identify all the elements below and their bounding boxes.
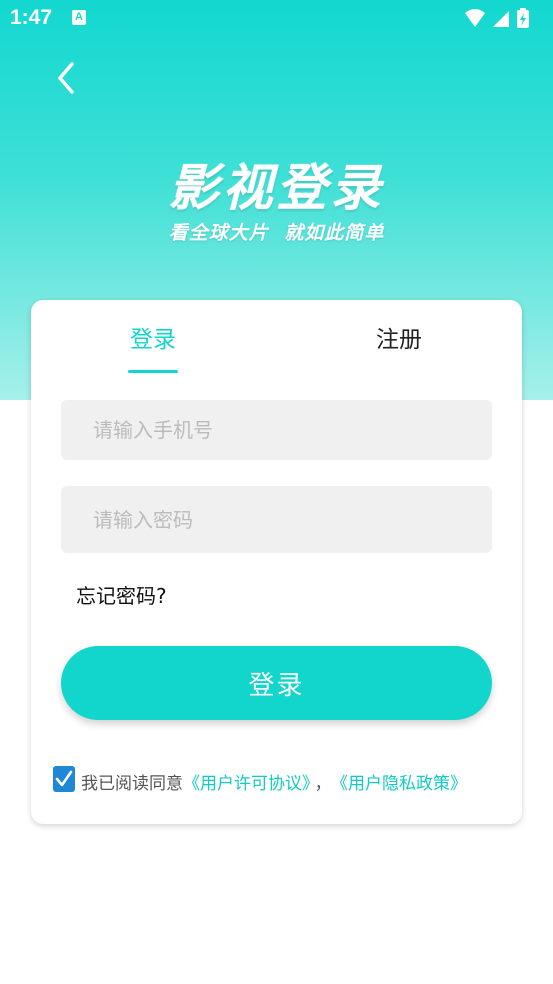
page-subtitle: 看全球大片 就如此简单	[168, 222, 385, 244]
privacy-policy-link[interactable]: 《用户隐私政策》	[340, 774, 468, 794]
checkmark-icon	[55, 770, 73, 787]
agreement-text: 我已阅读同意《用户许可协议》， 《用户隐私政策》	[81, 769, 467, 794]
login-button[interactable]: 登录	[61, 646, 492, 720]
login-card: 登录 注册 忘记密码? 登录 我已阅读同意《用户许可协议》，《用户隐私政策》	[31, 300, 522, 824]
status-bar: 1:47 A	[0, 0, 553, 38]
forgot-password-link[interactable]: 忘记密码?	[76, 580, 167, 609]
chevron-left-icon	[58, 62, 74, 94]
password-input[interactable]	[61, 486, 492, 553]
back-button[interactable]	[44, 56, 88, 100]
agreement-separator: ，	[314, 774, 332, 794]
notification-icon: A	[72, 10, 86, 25]
status-time: 1:47	[10, 6, 53, 29]
active-tab-indicator	[128, 370, 178, 373]
agreement-checkbox[interactable]	[53, 766, 75, 792]
agreement-prefix: 我已阅读同意	[81, 774, 183, 794]
battery-icon	[517, 8, 529, 28]
wifi-icon	[465, 9, 485, 27]
signal-icon	[493, 11, 509, 27]
page-title: 影视登录	[168, 159, 385, 217]
phone-input[interactable]	[61, 400, 492, 460]
status-icons	[465, 8, 529, 28]
user-agreement-link[interactable]: 《用户许可协议》	[183, 774, 311, 794]
tab-register[interactable]: 注册	[339, 320, 459, 380]
agreement-row: 我已阅读同意《用户许可协议》， 《用户隐私政策》	[53, 766, 513, 796]
